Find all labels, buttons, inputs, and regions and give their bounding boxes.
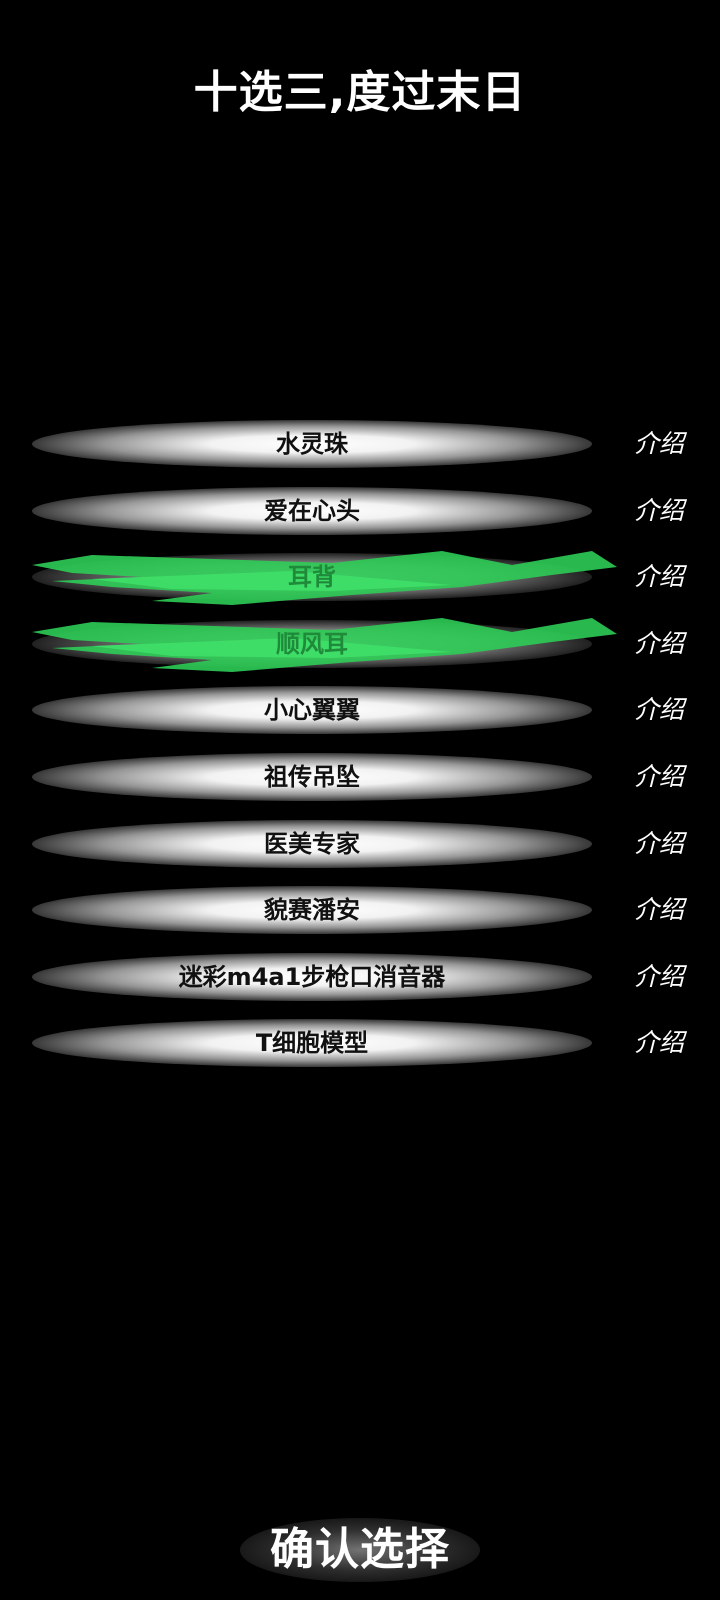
- choice-item-2[interactable]: 爱在心头: [32, 486, 592, 535]
- choice-item-6[interactable]: 祖传吊坠: [32, 752, 592, 801]
- confirm-button[interactable]: 确认选择: [240, 1518, 480, 1582]
- choice-item-4[interactable]: 顺风耳: [32, 617, 617, 672]
- confirm-label: 确认选择: [270, 1524, 450, 1575]
- choice-item-label: 爱在心头: [264, 496, 360, 525]
- intro-link[interactable]: 介绍: [634, 957, 684, 997]
- choice-row: 耳背 介绍: [0, 547, 720, 614]
- intro-link[interactable]: 介绍: [634, 624, 684, 664]
- choice-row: 水灵珠 介绍: [0, 414, 720, 481]
- intro-link[interactable]: 介绍: [634, 690, 684, 730]
- choice-row: 顺风耳 介绍: [0, 614, 720, 681]
- intro-link[interactable]: 介绍: [634, 757, 684, 797]
- choice-item-label: 顺风耳: [276, 629, 348, 658]
- choice-item-3[interactable]: 耳背: [32, 551, 617, 606]
- choice-item-label: T细胞模型: [255, 1029, 369, 1058]
- choice-row: 爱在心头 介绍: [0, 481, 720, 548]
- intro-link[interactable]: 介绍: [634, 557, 684, 597]
- choice-item-label: 祖传吊坠: [264, 762, 360, 791]
- intro-link[interactable]: 介绍: [634, 890, 684, 930]
- choice-row: 迷彩m4a1步枪口消音器 介绍: [0, 947, 720, 1014]
- intro-link[interactable]: 介绍: [634, 491, 684, 531]
- choice-item-label: 貌赛潘安: [264, 896, 360, 925]
- choice-item-10[interactable]: T细胞模型: [32, 1019, 592, 1068]
- choice-item-9[interactable]: 迷彩m4a1步枪口消音器: [32, 952, 592, 1001]
- intro-link[interactable]: 介绍: [634, 1023, 684, 1063]
- choice-item-label: 医美专家: [264, 829, 360, 858]
- choice-item-label: 耳背: [288, 563, 336, 592]
- choice-item-label: 小心翼翼: [264, 696, 360, 725]
- choice-item-8[interactable]: 貌赛潘安: [32, 886, 592, 935]
- intro-link[interactable]: 介绍: [634, 424, 684, 464]
- choice-item-1[interactable]: 水灵珠: [32, 420, 592, 468]
- choice-row: 医美专家 介绍: [0, 814, 720, 881]
- choice-item-label: 迷彩m4a1步枪口消音器: [178, 962, 446, 991]
- page-title: 十选三,度过末日: [193, 67, 527, 118]
- choice-row: 小心翼翼 介绍: [0, 680, 720, 747]
- choice-row: 貌赛潘安 介绍: [0, 880, 720, 947]
- choice-item-7[interactable]: 医美专家: [32, 819, 592, 868]
- choice-list: 水灵珠 介绍 爱在心头 介绍 耳背 介绍 顺风耳 介绍 小心翼翼 介绍 祖传吊坠…: [0, 414, 720, 1080]
- choice-item-label: 水灵珠: [276, 430, 348, 458]
- choice-item-5[interactable]: 小心翼翼: [32, 686, 592, 735]
- choice-row: 祖传吊坠 介绍: [0, 747, 720, 814]
- choice-row: T细胞模型 介绍: [0, 1013, 720, 1080]
- intro-link[interactable]: 介绍: [634, 824, 684, 864]
